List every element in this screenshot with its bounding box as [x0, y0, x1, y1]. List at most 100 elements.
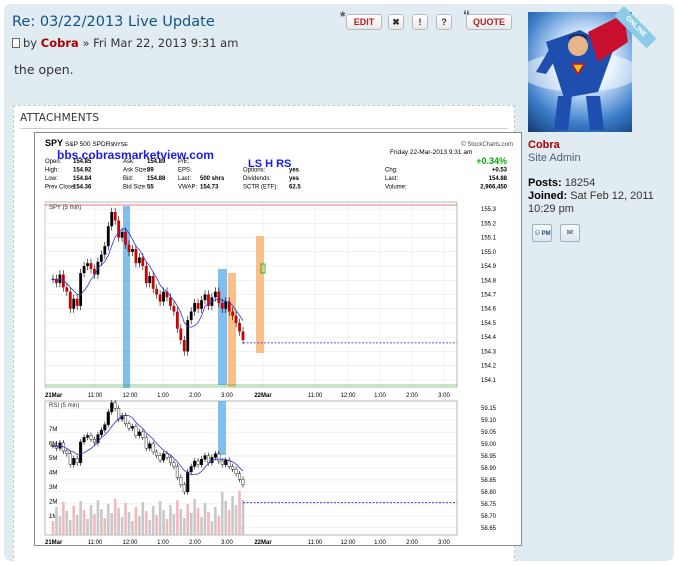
volume-bar — [227, 510, 231, 535]
volume-bar — [62, 502, 65, 535]
pm-label: PM — [541, 231, 551, 237]
rsi-candle-body — [113, 402, 117, 409]
volume-bar — [51, 521, 55, 535]
rsi-panel: 59.15 59.10 59.05 59.00 58.95 58.90 58.85 58.80… — [44, 399, 497, 546]
volume-bar — [120, 517, 124, 535]
chart-header-cell: 154.88 — [147, 176, 166, 182]
chart-header-cell: Dividends: — [243, 176, 271, 182]
price-candle-body — [217, 291, 221, 304]
price-candle-body — [141, 257, 145, 267]
chart-header-cell: Last: — [178, 176, 191, 182]
volume-bar — [75, 515, 79, 535]
delete-button[interactable]: ✖ — [388, 14, 404, 30]
profile-stats: Posts: 18254 Joined: Sat Feb 12, 2011 10… — [528, 177, 663, 216]
volume-bar — [68, 520, 72, 535]
post-title[interactable]: Re: 03/22/2013 Live Update — [12, 14, 215, 30]
price-y-tick: 154.3 — [481, 349, 497, 355]
chart-header-cell: 154.84 — [73, 176, 92, 182]
report-icon: ! — [418, 17, 422, 27]
volume-bar — [169, 505, 172, 535]
price-candle-body — [234, 315, 238, 323]
price-candle-body — [120, 231, 124, 238]
rsi-candle-body — [224, 459, 228, 465]
volume-bar — [89, 505, 93, 535]
rsi-x-tick: 22Mar — [254, 540, 272, 545]
rsi-candle-body — [106, 411, 110, 425]
profile-joined: Joined: Sat Feb 12, 2011 10:29 pm — [528, 190, 663, 216]
rsi-candle-body — [231, 466, 235, 470]
volume-y-tick: 5M — [49, 456, 57, 462]
volume-bar — [79, 501, 82, 535]
price-candle-body — [89, 263, 93, 269]
rsi-x-tick: 3:00 — [438, 540, 450, 545]
price-candle-body — [155, 288, 159, 295]
rsi-candle-body — [217, 453, 221, 462]
volume-bar — [231, 496, 234, 535]
info-button[interactable]: ? — [436, 14, 452, 30]
price-x-tick: 1:00 — [157, 393, 169, 399]
report-button[interactable]: ! — [412, 14, 428, 30]
price-candle-body — [103, 246, 107, 255]
price-candle-body — [169, 297, 172, 306]
chart-header-cell: 154.92 — [73, 168, 92, 174]
chart-header-cell: 154.73 — [200, 185, 219, 191]
chart-header-cell: 154.88 — [489, 176, 508, 182]
post-icon[interactable] — [12, 38, 20, 48]
volume-bar — [113, 499, 117, 535]
chart-header-cell: Chg: — [385, 168, 398, 174]
edit-button[interactable]: * EDIT — [340, 9, 382, 30]
price-x-tick: 2:00 — [189, 393, 201, 399]
chart-header-cell: yes — [289, 168, 300, 174]
rsi-candle-body — [206, 455, 210, 464]
price-x-tick: 1:00 — [374, 393, 386, 399]
author-link[interactable]: Cobra — [41, 36, 79, 50]
price-x-tick: 11:00 — [308, 393, 323, 399]
price-candle-body — [99, 254, 103, 262]
volume-bar — [217, 516, 221, 535]
rsi-x-tick: 12:00 — [340, 540, 356, 545]
price-candle-body — [79, 273, 83, 306]
chart-header-cell: 55 — [147, 185, 154, 191]
chart-header-cell: 154.85 — [73, 159, 92, 165]
rsi-candle-body — [103, 424, 107, 431]
quote-button[interactable]: “ QUOTE — [463, 8, 512, 30]
price-candle-body — [213, 291, 217, 298]
profile-username[interactable]: Cobra — [528, 139, 560, 151]
chart-header-cell: 2,966,450 — [480, 185, 507, 191]
rsi-candle-body — [193, 460, 197, 467]
price-y-tick: 154.4 — [481, 335, 497, 341]
price-candle-body — [193, 303, 197, 312]
rsi-candle-body — [196, 460, 200, 465]
price-candle-body — [172, 305, 176, 312]
price-candle-body — [75, 298, 79, 306]
price-candle-body — [162, 291, 165, 302]
rsi-candle-body — [124, 415, 128, 424]
price-x-tick: 2:00 — [406, 393, 418, 399]
price-x-tick: 12:00 — [340, 393, 356, 399]
rsi-candle-body — [130, 426, 134, 429]
price-candle-body — [131, 248, 134, 252]
price-y-tick: 154.5 — [481, 321, 497, 327]
attached-chart-image[interactable]: SPY S&P 500 SPDRs NYSE © StockCharts.com… — [34, 132, 522, 546]
volume-bar — [203, 503, 207, 535]
price-candle-body — [72, 298, 76, 309]
rsi-y-tick: 58.70 — [481, 514, 497, 520]
rsi-candle-body — [241, 478, 245, 485]
price-y-tick: 155.2 — [481, 221, 497, 227]
email-button[interactable]: ✉ — [560, 224, 580, 242]
rsi-candle-body — [213, 453, 217, 458]
post: Re: 03/22/2013 Live Update * EDIT ✖ ! ? … — [4, 4, 674, 561]
rsi-candle-body — [148, 443, 152, 449]
posts-value[interactable]: 18254 — [565, 177, 596, 189]
chart-header-cell: Bid: — [123, 176, 134, 182]
user-avatar[interactable] — [528, 12, 632, 132]
rsi-x-tick: 1:00 — [374, 540, 386, 545]
chart-description: S&P 500 SPDRs — [65, 141, 114, 148]
price-candle-body — [220, 303, 224, 309]
volume-bar — [55, 507, 58, 535]
volume-bar — [72, 506, 76, 535]
rsi-candle-body — [86, 435, 90, 438]
price-candle-body — [137, 257, 141, 264]
chart-header: SPY S&P 500 SPDRs NYSE © StockCharts.com… — [45, 138, 513, 191]
pm-button[interactable]: ☺PM — [532, 224, 552, 242]
